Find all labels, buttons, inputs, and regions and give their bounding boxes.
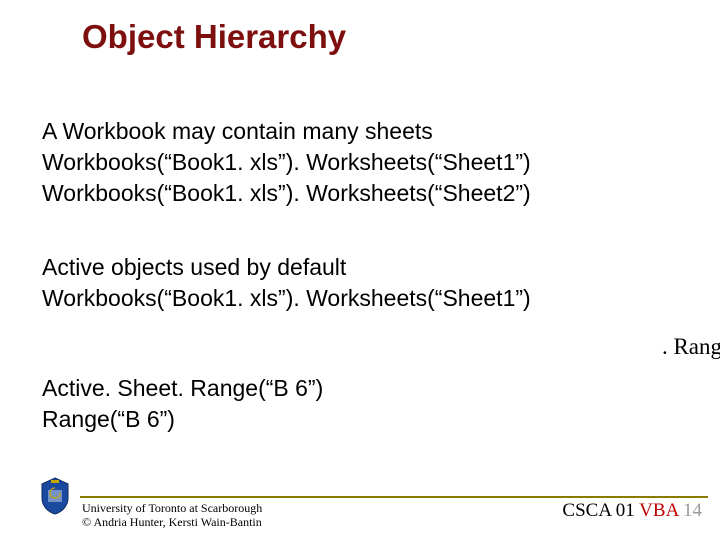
- course-code: CSCA 01: [562, 500, 634, 521]
- footer-course: CSCA 01 VBA 14: [562, 500, 702, 522]
- footer-attribution: University of Toronto at Scarborough © A…: [82, 502, 262, 530]
- overflow-text-right: . Rang: [662, 334, 720, 360]
- course-topic: VBA: [639, 500, 678, 521]
- section-workbook-sheets: A Workbook may contain many sheets Workb…: [42, 116, 531, 209]
- copyright-line: © Andria Hunter, Kersti Wain-Bantin: [82, 516, 262, 530]
- footer-rule: [80, 496, 708, 498]
- section-active-objects: Active objects used by default Workbooks…: [42, 252, 531, 314]
- text-line: Range(“B 6”): [42, 404, 323, 435]
- text-line: Workbooks(“Book1. xls”). Worksheets(“She…: [42, 147, 531, 178]
- slide-number: 14: [683, 500, 702, 521]
- slide-title: Object Hierarchy: [82, 18, 346, 56]
- text-line: Workbooks(“Book1. xls”). Worksheets(“She…: [42, 178, 531, 209]
- text-line: Active objects used by default: [42, 252, 531, 283]
- text-line: A Workbook may contain many sheets: [42, 116, 531, 147]
- text-line: Workbooks(“Book1. xls”). Worksheets(“She…: [42, 283, 531, 314]
- section-range-examples: Active. Sheet. Range(“B 6”) Range(“B 6”): [42, 373, 323, 435]
- text-line: Active. Sheet. Range(“B 6”): [42, 373, 323, 404]
- university-crest-icon: [38, 476, 72, 516]
- slide-footer: University of Toronto at Scarborough © A…: [0, 480, 720, 540]
- university-name: University of Toronto at Scarborough: [82, 502, 262, 516]
